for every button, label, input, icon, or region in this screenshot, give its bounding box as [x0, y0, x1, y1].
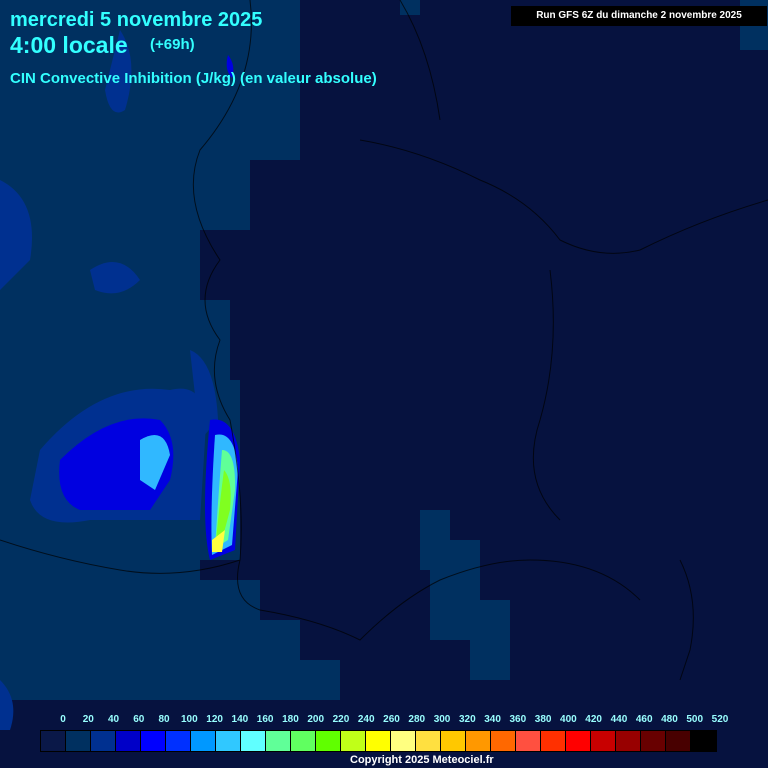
legend-swatch — [291, 731, 316, 751]
legend-label: 300 — [433, 714, 451, 725]
legend-swatch — [566, 731, 591, 751]
legend-swatch — [541, 731, 566, 751]
legend-label: 80 — [158, 714, 170, 725]
legend-label: 160 — [256, 714, 274, 725]
legend-swatch — [66, 731, 91, 751]
legend-swatch — [666, 731, 691, 751]
legend-swatch — [466, 731, 491, 751]
legend-swatch — [491, 731, 516, 751]
legend-label: 180 — [282, 714, 299, 725]
run-info: Run GFS 6Z du dimanche 2 novembre 2025 — [511, 6, 767, 26]
legend-swatch — [41, 731, 66, 751]
legend-swatch — [441, 731, 466, 751]
legend-swatch — [266, 731, 291, 751]
legend-label: 120 — [206, 714, 223, 725]
legend-swatch — [641, 731, 666, 751]
legend-label: 320 — [458, 714, 476, 725]
legend-swatch — [166, 731, 191, 751]
legend-label: 420 — [585, 714, 602, 725]
forecast-date: mercredi 5 novembre 2025 — [10, 9, 263, 31]
copyright: Copyright 2025 Meteociel.fr — [350, 754, 494, 766]
legend-label: 380 — [534, 714, 552, 725]
legend-swatch — [241, 731, 266, 751]
legend-label: 340 — [484, 714, 501, 725]
legend-swatch — [116, 731, 141, 751]
legend-swatch — [91, 731, 116, 751]
legend-swatch — [366, 731, 391, 751]
legend-label: 220 — [332, 714, 350, 725]
legend-label: 0 — [60, 714, 66, 725]
legend-swatch — [341, 731, 366, 751]
legend-label: 500 — [686, 714, 704, 725]
legend-swatch — [616, 731, 641, 751]
legend-swatch — [416, 731, 441, 751]
legend-label: 260 — [383, 714, 400, 725]
legend-swatch — [591, 731, 616, 751]
legend-swatch — [516, 731, 541, 751]
legend-label: 200 — [307, 714, 325, 725]
legend-label: 440 — [610, 714, 628, 725]
legend-swatch — [316, 731, 341, 751]
legend-swatch — [391, 731, 416, 751]
parameter-title: CIN Convective Inhibition (J/kg) (en val… — [10, 70, 377, 87]
legend-swatch — [216, 731, 241, 751]
legend-label: 360 — [509, 714, 527, 725]
legend-label: 20 — [82, 714, 94, 725]
color-legend — [40, 730, 717, 752]
legend-labels: 0 20 40 60 80 100 120 140 160 180 200 220 240 260 280 3… — [40, 714, 728, 726]
legend-label: 60 — [133, 714, 145, 725]
legend-label: 240 — [357, 714, 375, 725]
legend-label: 400 — [560, 714, 577, 725]
legend-label: 40 — [107, 714, 120, 725]
legend-label: 100 — [181, 714, 198, 725]
cin-map — [0, 0, 768, 768]
legend-swatch — [691, 731, 716, 751]
legend-label: 460 — [635, 714, 653, 725]
legend-swatch — [191, 731, 216, 751]
forecast-local-time: 4:00 locale — [10, 32, 128, 58]
legend-label: 480 — [661, 714, 678, 725]
weather-map-view: mercredi 5 novembre 2025 4:00 locale (+6… — [0, 0, 768, 768]
legend-swatch — [141, 731, 166, 751]
forecast-offset: (+69h) — [150, 36, 195, 53]
legend-label: 280 — [408, 714, 426, 725]
legend-label: 140 — [231, 714, 249, 725]
legend-label: 520 — [711, 714, 729, 725]
